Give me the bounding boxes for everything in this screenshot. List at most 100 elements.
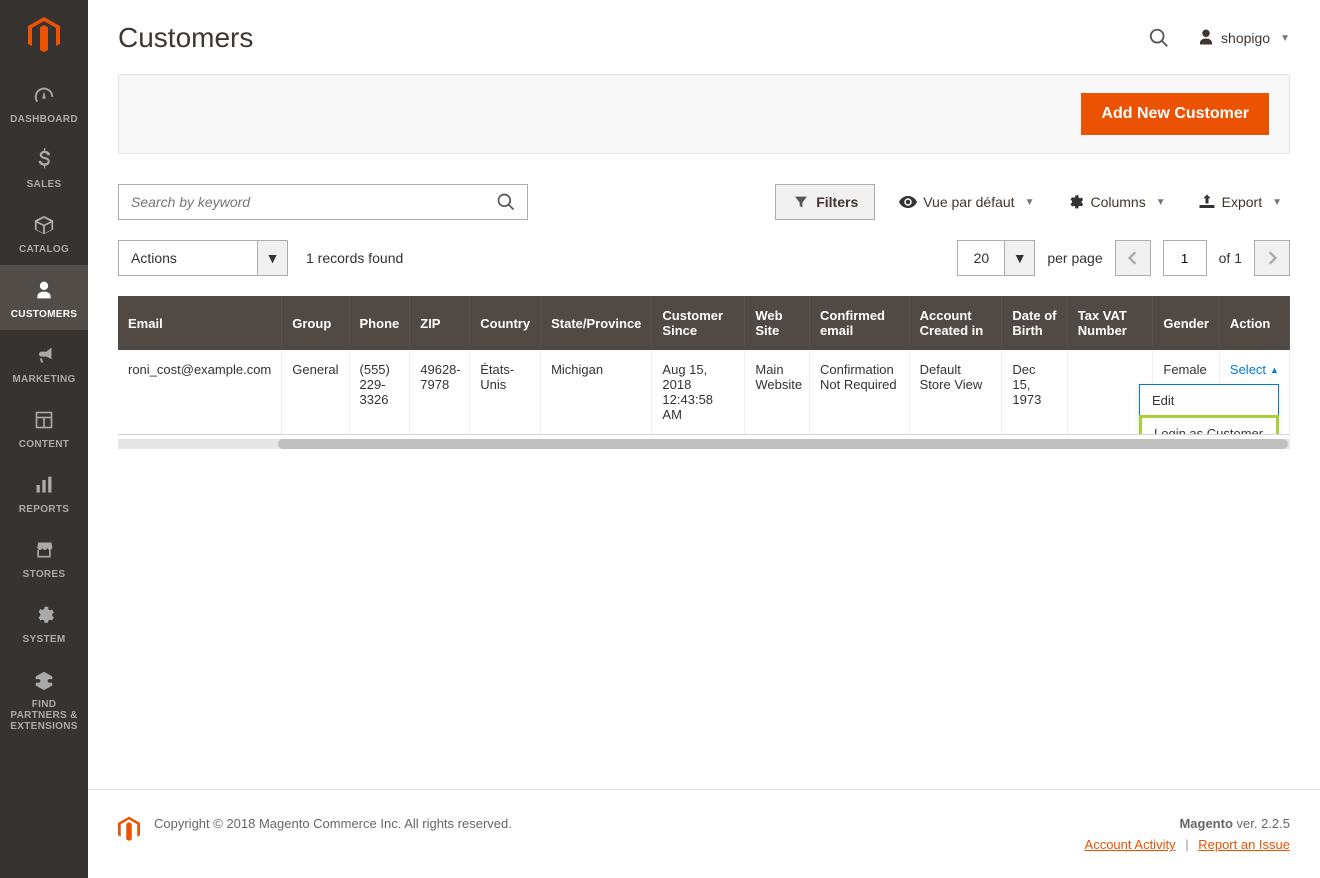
footer-brand: Magento bbox=[1179, 816, 1232, 831]
cell-since: Aug 15, 2018 12:43:58 AM bbox=[652, 350, 745, 434]
col-email[interactable]: Email bbox=[118, 296, 282, 350]
sidebar-item-partners[interactable]: FIND PARTNERS & EXTENSIONS bbox=[0, 655, 88, 742]
dollar-icon bbox=[31, 147, 57, 173]
col-country[interactable]: Country bbox=[470, 296, 541, 350]
megaphone-icon bbox=[31, 342, 57, 368]
cell-dob: Dec 15, 1973 bbox=[1002, 350, 1067, 434]
chevron-down-icon: ▼ bbox=[257, 241, 287, 275]
filters-label: Filters bbox=[816, 194, 858, 210]
person-icon bbox=[1197, 28, 1215, 49]
export-dropdown[interactable]: Export ▼ bbox=[1190, 184, 1290, 220]
gear-icon bbox=[31, 602, 57, 628]
report-issue-link[interactable]: Report an Issue bbox=[1198, 837, 1290, 852]
columns-dropdown[interactable]: Columns ▼ bbox=[1058, 184, 1173, 220]
horizontal-scrollbar[interactable] bbox=[118, 439, 1290, 449]
puzzle-icon bbox=[31, 667, 57, 693]
prev-page-button[interactable] bbox=[1115, 240, 1151, 276]
separator: | bbox=[1185, 837, 1188, 852]
per-page-dropdown[interactable]: 20 ▼ bbox=[957, 240, 1035, 276]
layout-icon bbox=[31, 407, 57, 433]
default-view-label: Vue par défaut bbox=[923, 194, 1014, 210]
sidebar-item-content[interactable]: CONTENT bbox=[0, 395, 88, 460]
sidebar-item-marketing[interactable]: MARKETING bbox=[0, 330, 88, 395]
col-confirmed[interactable]: Confirmed email bbox=[809, 296, 909, 350]
chevron-down-icon: ▼ bbox=[1280, 33, 1290, 44]
gauge-icon bbox=[31, 82, 57, 108]
col-dob[interactable]: Date of Birth bbox=[1002, 296, 1067, 350]
footer: Copyright © 2018 Magento Commerce Inc. A… bbox=[88, 789, 1320, 878]
cell-website: Main Website bbox=[745, 350, 810, 434]
sidebar: DASHBOARD SALES CATALOG CUSTOMERS MARKET… bbox=[0, 0, 88, 878]
sidebar-item-dashboard[interactable]: DASHBOARD bbox=[0, 70, 88, 135]
magento-logo[interactable] bbox=[0, 0, 88, 70]
select-label: Select bbox=[1230, 362, 1266, 377]
sidebar-label: SALES bbox=[27, 179, 62, 190]
user-name: shopigo bbox=[1221, 30, 1270, 46]
chevron-down-icon: ▼ bbox=[1272, 197, 1282, 208]
user-menu[interactable]: shopigo ▼ bbox=[1197, 28, 1290, 49]
col-zip[interactable]: ZIP bbox=[410, 296, 470, 350]
chevron-down-icon: ▼ bbox=[1004, 241, 1034, 275]
search-icon[interactable] bbox=[1141, 20, 1177, 56]
sidebar-item-catalog[interactable]: CATALOG bbox=[0, 200, 88, 265]
page-total-label: of 1 bbox=[1219, 250, 1242, 266]
search-input[interactable] bbox=[119, 185, 485, 219]
col-since[interactable]: Customer Since bbox=[652, 296, 745, 350]
col-website[interactable]: Web Site bbox=[745, 296, 810, 350]
filters-button[interactable]: Filters bbox=[775, 184, 875, 220]
sidebar-item-customers[interactable]: CUSTOMERS bbox=[0, 265, 88, 330]
table-row[interactable]: roni_cost@example.com General (555) 229-… bbox=[118, 350, 1290, 434]
chevron-up-icon: ▲ bbox=[1270, 365, 1279, 375]
cell-group: General bbox=[282, 350, 349, 434]
per-page-label: per page bbox=[1047, 250, 1102, 266]
sidebar-item-stores[interactable]: STORES bbox=[0, 525, 88, 590]
keyword-search bbox=[118, 184, 528, 220]
sidebar-label: SYSTEM bbox=[23, 634, 66, 645]
sidebar-label: CATALOG bbox=[19, 244, 69, 255]
columns-label: Columns bbox=[1090, 194, 1145, 210]
account-activity-link[interactable]: Account Activity bbox=[1085, 837, 1176, 852]
add-customer-button[interactable]: Add New Customer bbox=[1081, 93, 1269, 135]
eye-icon bbox=[899, 193, 917, 211]
export-label: Export bbox=[1222, 194, 1262, 210]
sidebar-item-system[interactable]: SYSTEM bbox=[0, 590, 88, 655]
filter-icon bbox=[792, 193, 810, 211]
cell-created-in: Default Store View bbox=[909, 350, 1002, 434]
row-action-select[interactable]: Select ▲ bbox=[1230, 362, 1279, 377]
sidebar-label: STORES bbox=[23, 569, 66, 580]
mass-actions-dropdown[interactable]: Actions ▼ bbox=[118, 240, 288, 276]
col-group[interactable]: Group bbox=[282, 296, 349, 350]
records-count: 1 records found bbox=[306, 250, 403, 266]
box-icon bbox=[31, 212, 57, 238]
next-page-button[interactable] bbox=[1254, 240, 1290, 276]
cell-zip: 49628-7978 bbox=[410, 350, 470, 434]
page-title: Customers bbox=[118, 22, 1141, 54]
action-login-as-customer[interactable]: Login as Customer bbox=[1139, 415, 1279, 435]
row-action-menu: Edit Login as Customer bbox=[1139, 384, 1279, 435]
search-button[interactable] bbox=[485, 185, 527, 219]
sidebar-label: REPORTS bbox=[19, 504, 69, 515]
col-phone[interactable]: Phone bbox=[349, 296, 410, 350]
sidebar-label: FIND PARTNERS & EXTENSIONS bbox=[4, 699, 84, 732]
sidebar-label: CONTENT bbox=[19, 439, 69, 450]
col-vat[interactable]: Tax VAT Number bbox=[1067, 296, 1153, 350]
scrollbar-thumb[interactable] bbox=[278, 439, 1288, 449]
cell-state: Michigan bbox=[541, 350, 652, 434]
table-header-row: Email Group Phone ZIP Country State/Prov… bbox=[118, 296, 1290, 350]
cell-country: États-Unis bbox=[470, 350, 541, 434]
col-gender[interactable]: Gender bbox=[1153, 296, 1220, 350]
action-edit[interactable]: Edit bbox=[1140, 385, 1278, 416]
person-icon bbox=[31, 277, 57, 303]
page-input[interactable] bbox=[1163, 240, 1207, 276]
col-state[interactable]: State/Province bbox=[541, 296, 652, 350]
col-created-in[interactable]: Account Created in bbox=[909, 296, 1002, 350]
sidebar-item-reports[interactable]: REPORTS bbox=[0, 460, 88, 525]
default-view-dropdown[interactable]: Vue par défaut ▼ bbox=[891, 184, 1042, 220]
actions-label: Actions bbox=[119, 241, 257, 275]
chevron-down-icon: ▼ bbox=[1156, 197, 1166, 208]
gear-icon bbox=[1066, 193, 1084, 211]
per-page-value: 20 bbox=[958, 241, 1004, 275]
sidebar-item-sales[interactable]: SALES bbox=[0, 135, 88, 200]
sidebar-label: CUSTOMERS bbox=[11, 309, 77, 320]
col-action: Action bbox=[1219, 296, 1289, 350]
